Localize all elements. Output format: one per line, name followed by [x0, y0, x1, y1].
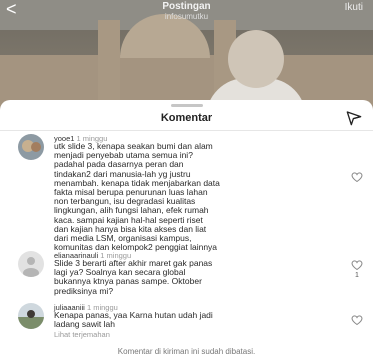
avatar[interactable] [18, 251, 44, 277]
comment-text: Slide 3 berarti after akhir maret gak pa… [54, 258, 213, 296]
sheet-title: Komentar [160, 112, 213, 124]
like-count: 1 [355, 272, 359, 279]
top-bar: < Postingan infosumutku Ikuti [0, 0, 373, 26]
comment-text: Kenapa panas, yaa Karna hutan udah jadi … [54, 310, 213, 330]
send-icon[interactable] [346, 110, 362, 126]
like-heart-icon[interactable] [351, 315, 363, 325]
avatar[interactable] [18, 303, 44, 329]
avatar[interactable] [18, 134, 44, 160]
account-name[interactable]: infosumutku [0, 12, 373, 21]
like-heart-icon[interactable] [351, 260, 363, 270]
follow-button[interactable]: Ikuti [345, 2, 363, 13]
see-translation-link[interactable]: Lihat terjemahan [54, 330, 110, 339]
like-heart-icon[interactable] [351, 172, 363, 182]
comment-text: utk slide 3, kenapa seakan bumi dan alam… [54, 141, 220, 253]
page-title: Postingan [162, 1, 211, 12]
divider [0, 130, 373, 131]
drag-handle[interactable] [171, 104, 203, 107]
comments-limited-notice: Komentar di kiriman ini sudah dibatasi. [117, 347, 256, 356]
